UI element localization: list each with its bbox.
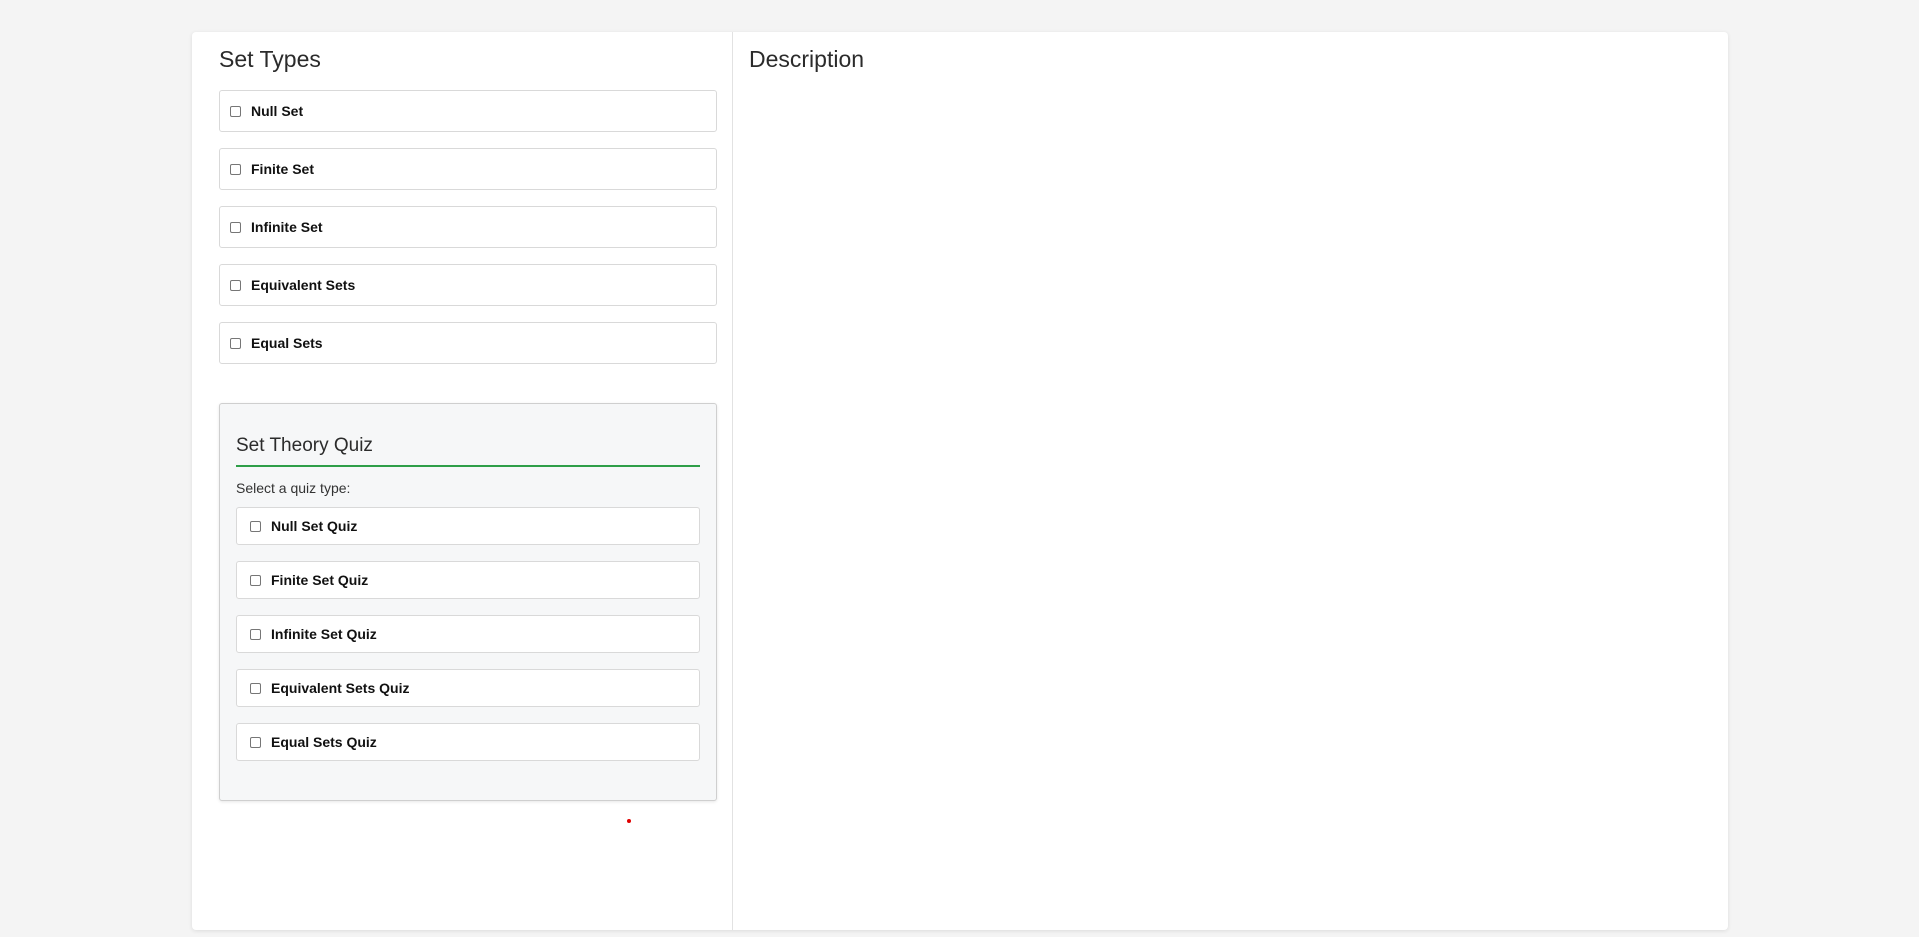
equivalent-sets-checkbox[interactable] (230, 279, 241, 291)
set-types-title: Set Types (219, 46, 321, 72)
quiz-prompt: Select a quiz type: (236, 480, 351, 496)
equal-sets-checkbox[interactable] (230, 337, 241, 349)
quiz-panel: Set Theory Quiz Select a quiz type: Null… (219, 403, 717, 801)
finite-set-quiz-checkbox[interactable] (250, 574, 261, 586)
quiz-option-label: Equivalent Sets Quiz (271, 680, 410, 696)
set-type-option-infinite-set[interactable]: Infinite Set (219, 206, 717, 248)
finite-set-checkbox[interactable] (230, 163, 241, 175)
infinite-set-checkbox[interactable] (230, 221, 241, 233)
set-type-option-null-set[interactable]: Null Set (219, 90, 717, 132)
red-marker-dot (627, 819, 631, 823)
set-types-list: Null Set Finite Set Infinite Set Equival… (219, 90, 717, 380)
equivalent-sets-quiz-checkbox[interactable] (250, 682, 261, 694)
quiz-type-list: Null Set Quiz Finite Set Quiz Infinite S… (236, 507, 700, 777)
quiz-option-label: Equal Sets Quiz (271, 734, 377, 750)
set-type-label: Equal Sets (251, 335, 323, 351)
null-set-quiz-checkbox[interactable] (250, 520, 261, 532)
set-type-label: Null Set (251, 103, 304, 119)
set-type-label: Infinite Set (251, 219, 323, 235)
set-type-option-equal-sets[interactable]: Equal Sets (219, 322, 717, 364)
quiz-option-label: Finite Set Quiz (271, 572, 369, 588)
equal-sets-quiz-checkbox[interactable] (250, 736, 261, 748)
description-panel: Description (733, 32, 1728, 930)
quiz-option-null-set[interactable]: Null Set Quiz (236, 507, 700, 545)
set-types-panel: Set Types Null Set Finite Set Infinite S… (192, 32, 733, 930)
set-type-option-finite-set[interactable]: Finite Set (219, 148, 717, 190)
quiz-option-label: Null Set Quiz (271, 518, 358, 534)
set-type-label: Equivalent Sets (251, 277, 356, 293)
infinite-set-quiz-checkbox[interactable] (250, 628, 261, 640)
quiz-option-infinite-set[interactable]: Infinite Set Quiz (236, 615, 700, 653)
main-card: Set Types Null Set Finite Set Infinite S… (192, 32, 1728, 930)
set-type-label: Finite Set (251, 161, 315, 177)
quiz-option-equal-sets[interactable]: Equal Sets Quiz (236, 723, 700, 761)
quiz-option-label: Infinite Set Quiz (271, 626, 377, 642)
quiz-option-finite-set[interactable]: Finite Set Quiz (236, 561, 700, 599)
description-title: Description (749, 46, 865, 72)
quiz-title: Set Theory Quiz (236, 435, 700, 467)
null-set-checkbox[interactable] (230, 105, 241, 117)
quiz-option-equivalent-sets[interactable]: Equivalent Sets Quiz (236, 669, 700, 707)
set-type-option-equivalent-sets[interactable]: Equivalent Sets (219, 264, 717, 306)
